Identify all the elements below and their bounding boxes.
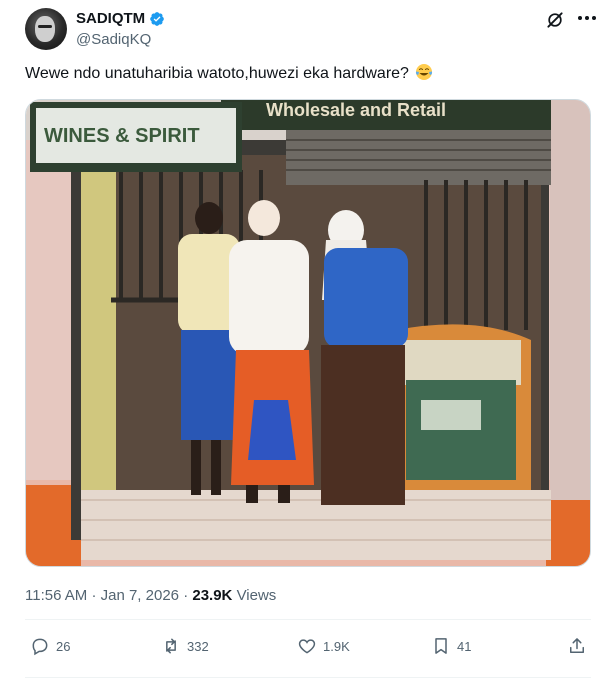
tweet-time[interactable]: 11:56 AM	[25, 587, 87, 604]
reply-count: 26	[56, 638, 71, 654]
heart-icon	[298, 639, 316, 654]
repost-count: 332	[187, 638, 209, 654]
action-bar: 26 332 1.9K 41	[25, 630, 591, 666]
more-dot	[592, 16, 596, 20]
grok-icon[interactable]	[545, 10, 565, 30]
more-dot	[585, 16, 589, 20]
tweet-body: Wewe ndo unatuharibia watoto,huwezi eka …	[25, 65, 409, 82]
tweet-photo[interactable]: Wholesale and Retail WINES & SPIRIT	[25, 99, 591, 567]
tweet-meta: 11:56 AM · Jan 7, 2026 · 23.9K Views	[25, 587, 276, 604]
handle[interactable]: @SadiqKQ	[76, 31, 151, 48]
sign-left-text: WINES & SPIRIT	[44, 125, 200, 147]
repost-icon	[166, 638, 176, 654]
tears-of-joy-emoji-icon	[416, 64, 433, 80]
tweet-text: Wewe ndo unatuharibia watoto,huwezi eka …	[25, 63, 433, 83]
bookmark-icon	[435, 638, 447, 654]
shop-photo: Wholesale and Retail WINES & SPIRIT	[26, 100, 590, 566]
author-name-row: SADIQTM	[76, 10, 165, 27]
share-button[interactable]	[567, 636, 587, 656]
repost-button[interactable]: 332	[161, 636, 209, 656]
meta-separator: ·	[91, 587, 97, 604]
reply-button[interactable]: 26	[30, 636, 70, 656]
meta-separator: ·	[183, 587, 189, 604]
more-icon[interactable]	[578, 16, 596, 20]
avatar[interactable]	[25, 8, 67, 50]
share-icon	[570, 638, 584, 653]
bookmark-button[interactable]: 41	[431, 636, 471, 656]
verified-badge-icon	[150, 11, 165, 26]
like-button[interactable]: 1.9K	[297, 636, 350, 656]
divider	[25, 619, 591, 620]
sign-top-text: Wholesale and Retail	[266, 100, 446, 120]
views-count: 23.9K	[192, 587, 233, 604]
bookmark-count: 41	[457, 638, 472, 654]
like-count: 1.9K	[323, 638, 350, 654]
avatar-face	[35, 16, 55, 42]
display-name[interactable]: SADIQTM	[76, 10, 145, 27]
tweet: SADIQTM @SadiqKQ Wewe ndo unatuharibia w…	[0, 0, 616, 678]
reply-icon	[32, 638, 48, 656]
more-dot	[578, 16, 582, 20]
views-label: Views	[236, 587, 277, 604]
tweet-date[interactable]: Jan 7, 2026	[101, 587, 179, 604]
